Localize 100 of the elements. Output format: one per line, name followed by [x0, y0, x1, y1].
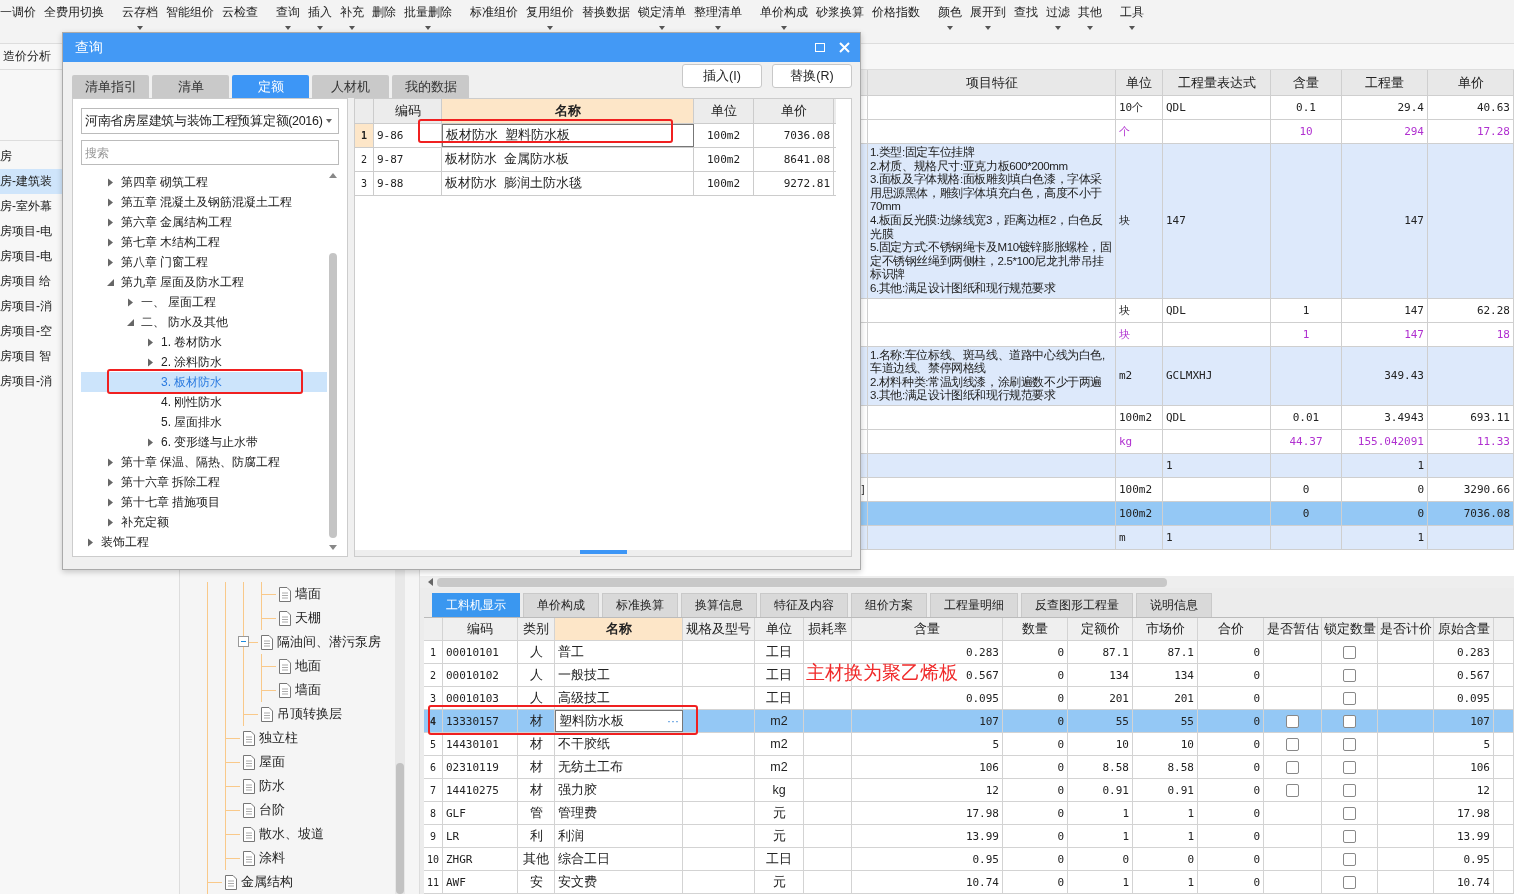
tree-item[interactable]: 第九章 屋面及防水工程 [81, 272, 327, 292]
tree-item[interactable]: 1. 卷材防水 [81, 332, 327, 352]
checkbox[interactable] [1343, 783, 1356, 797]
expand-icon[interactable] [107, 197, 115, 207]
checkbox[interactable] [1343, 737, 1356, 751]
tree-item[interactable]: 地面 [295, 657, 321, 675]
column-header[interactable]: 定额价 [1068, 618, 1133, 640]
toolbar-button[interactable]: 云检查 [222, 0, 258, 36]
column-header[interactable]: 是否计价 [1378, 618, 1434, 640]
tree-item[interactable]: 墙面 [295, 585, 321, 603]
tab[interactable]: 人材机 [312, 75, 389, 98]
splitter-handle[interactable] [579, 550, 627, 554]
column-header[interactable]: 项目特征 [868, 70, 1116, 95]
tree-item[interactable]: 第十章 保温、隔热、防腐工程 [81, 452, 327, 472]
column-header[interactable]: 名称 [442, 99, 694, 123]
tree-item[interactable]: 第八章 门窗工程 [81, 252, 327, 272]
toolbar-button[interactable]: 替换数据 [582, 0, 630, 36]
expand-icon[interactable] [107, 177, 115, 187]
column-header[interactable]: 合价 [1198, 618, 1264, 640]
close-icon[interactable] [839, 42, 850, 54]
checkbox[interactable] [1343, 852, 1356, 866]
table-row[interactable]: 2 9-87 板材防水 金属防水板 100m2 8641.08 [355, 148, 836, 172]
tree-item[interactable]: 装饰工程 [81, 532, 327, 552]
name-field[interactable]: 塑料防水板 ··· [555, 710, 683, 732]
expand-icon[interactable] [107, 457, 115, 467]
expand-icon[interactable] [107, 257, 115, 267]
toolbar-button[interactable]: 价格指数 [872, 0, 920, 36]
column-header[interactable]: 工程量 [1342, 70, 1428, 95]
column-header[interactable]: 编码 [443, 618, 518, 640]
tree-item[interactable]: 第五章 混凝土及钢筋混凝土工程 [81, 192, 327, 212]
tab[interactable]: 清单指引 [72, 75, 149, 98]
checkbox[interactable] [1286, 737, 1299, 751]
checkbox[interactable] [1343, 714, 1356, 728]
checkbox[interactable] [1286, 783, 1299, 797]
tree-item[interactable]: 台阶 [259, 801, 285, 819]
toolbar-button[interactable]: 砂浆换算 [816, 0, 864, 36]
tree-item[interactable]: 补充定额 [81, 512, 327, 532]
toolbar-button[interactable]: 一调价 [0, 0, 36, 36]
toolbar-button[interactable]: 标准组价 [470, 0, 518, 36]
toolbar-button[interactable]: 颜色 [938, 0, 962, 36]
tree-item[interactable]: 防水 [259, 777, 285, 795]
tree-item[interactable]: 6. 变形缝与止水带 [81, 432, 327, 452]
column-header[interactable]: 原始含量 [1434, 618, 1494, 640]
tree-item[interactable]: 二、 防水及其他 [81, 312, 327, 332]
tree-item[interactable]: 第十六章 拆除工程 [81, 472, 327, 492]
tree-item[interactable]: 独立柱 [259, 729, 298, 747]
column-header[interactable]: 单位 [1116, 70, 1163, 95]
checkbox[interactable] [1343, 668, 1356, 682]
tree-item[interactable]: 隔油间、潜污泵房 [277, 633, 381, 651]
tree-item[interactable]: 4. 刚性防水 [81, 392, 327, 412]
table-row[interactable]: 3 9-88 板材防水 膨润土防水毯 100m2 9272.81 [355, 172, 836, 196]
collapse-icon[interactable] [238, 636, 249, 647]
checkbox[interactable] [1343, 760, 1356, 774]
expand-icon[interactable] [147, 357, 155, 367]
tab[interactable]: 特征及内容 [760, 593, 848, 617]
action-button[interactable]: 替换(R) [772, 64, 852, 89]
search-field[interactable]: 搜索 [81, 140, 339, 165]
column-header[interactable]: 单价 [1428, 70, 1514, 95]
tree-item[interactable]: 第六章 金属结构工程 [81, 212, 327, 232]
column-header[interactable]: 工程量表达式 [1163, 70, 1271, 95]
collapse-icon[interactable] [107, 277, 115, 287]
column-header[interactable]: 名称 [555, 618, 683, 640]
tree-item[interactable]: 第七章 木结构工程 [81, 232, 327, 252]
tree-item[interactable]: 散水、坡道 [259, 825, 324, 843]
column-header[interactable]: 数量 [1003, 618, 1068, 640]
toolbar-button[interactable]: 工具 [1120, 0, 1144, 36]
checkbox[interactable] [1286, 714, 1299, 728]
column-header[interactable]: 市场价 [1133, 618, 1198, 640]
expand-icon[interactable] [107, 497, 115, 507]
checkbox[interactable] [1343, 829, 1356, 843]
column-header[interactable]: 规格及型号 [683, 618, 755, 640]
expand-icon[interactable] [147, 337, 155, 347]
library-dropdown[interactable]: 河南省房屋建筑与装饰工程预算定额(2016) [81, 108, 339, 134]
more-button[interactable]: ··· [667, 714, 679, 728]
tree-item[interactable]: 吊顶转换层 [277, 705, 342, 723]
expand-icon[interactable] [107, 237, 115, 247]
column-header[interactable]: 含量 [852, 618, 1003, 640]
tree-item[interactable]: 涂料 [259, 849, 285, 867]
tree-item[interactable]: 第十七章 措施项目 [81, 492, 327, 512]
column-header[interactable]: 含量 [1271, 70, 1342, 95]
tree-item[interactable]: 第四章 砌筑工程 [81, 172, 327, 192]
column-header[interactable]: 损耗率 [804, 618, 852, 640]
expand-icon[interactable] [107, 517, 115, 527]
toolbar-button[interactable]: 查找 [1014, 0, 1038, 36]
scrollbar[interactable] [420, 576, 1514, 588]
tree-item[interactable]: 天棚 [295, 609, 321, 627]
tab[interactable]: 换算信息 [681, 593, 757, 617]
expand-icon[interactable] [107, 217, 115, 227]
expand-icon[interactable] [147, 437, 155, 447]
tab[interactable]: 清单 [152, 75, 229, 98]
collapse-icon[interactable] [127, 317, 135, 327]
toolbar-button[interactable]: 全费用切换 [44, 0, 104, 36]
expand-icon[interactable] [87, 537, 95, 547]
checkbox[interactable] [1343, 806, 1356, 820]
checkbox[interactable] [1286, 760, 1299, 774]
toolbar-button[interactable]: 过滤 [1046, 0, 1070, 36]
tab[interactable]: 工程量明细 [930, 593, 1018, 617]
expand-icon[interactable] [127, 297, 135, 307]
checkbox[interactable] [1343, 691, 1356, 705]
toolbar-button[interactable]: 其他 [1078, 0, 1102, 36]
